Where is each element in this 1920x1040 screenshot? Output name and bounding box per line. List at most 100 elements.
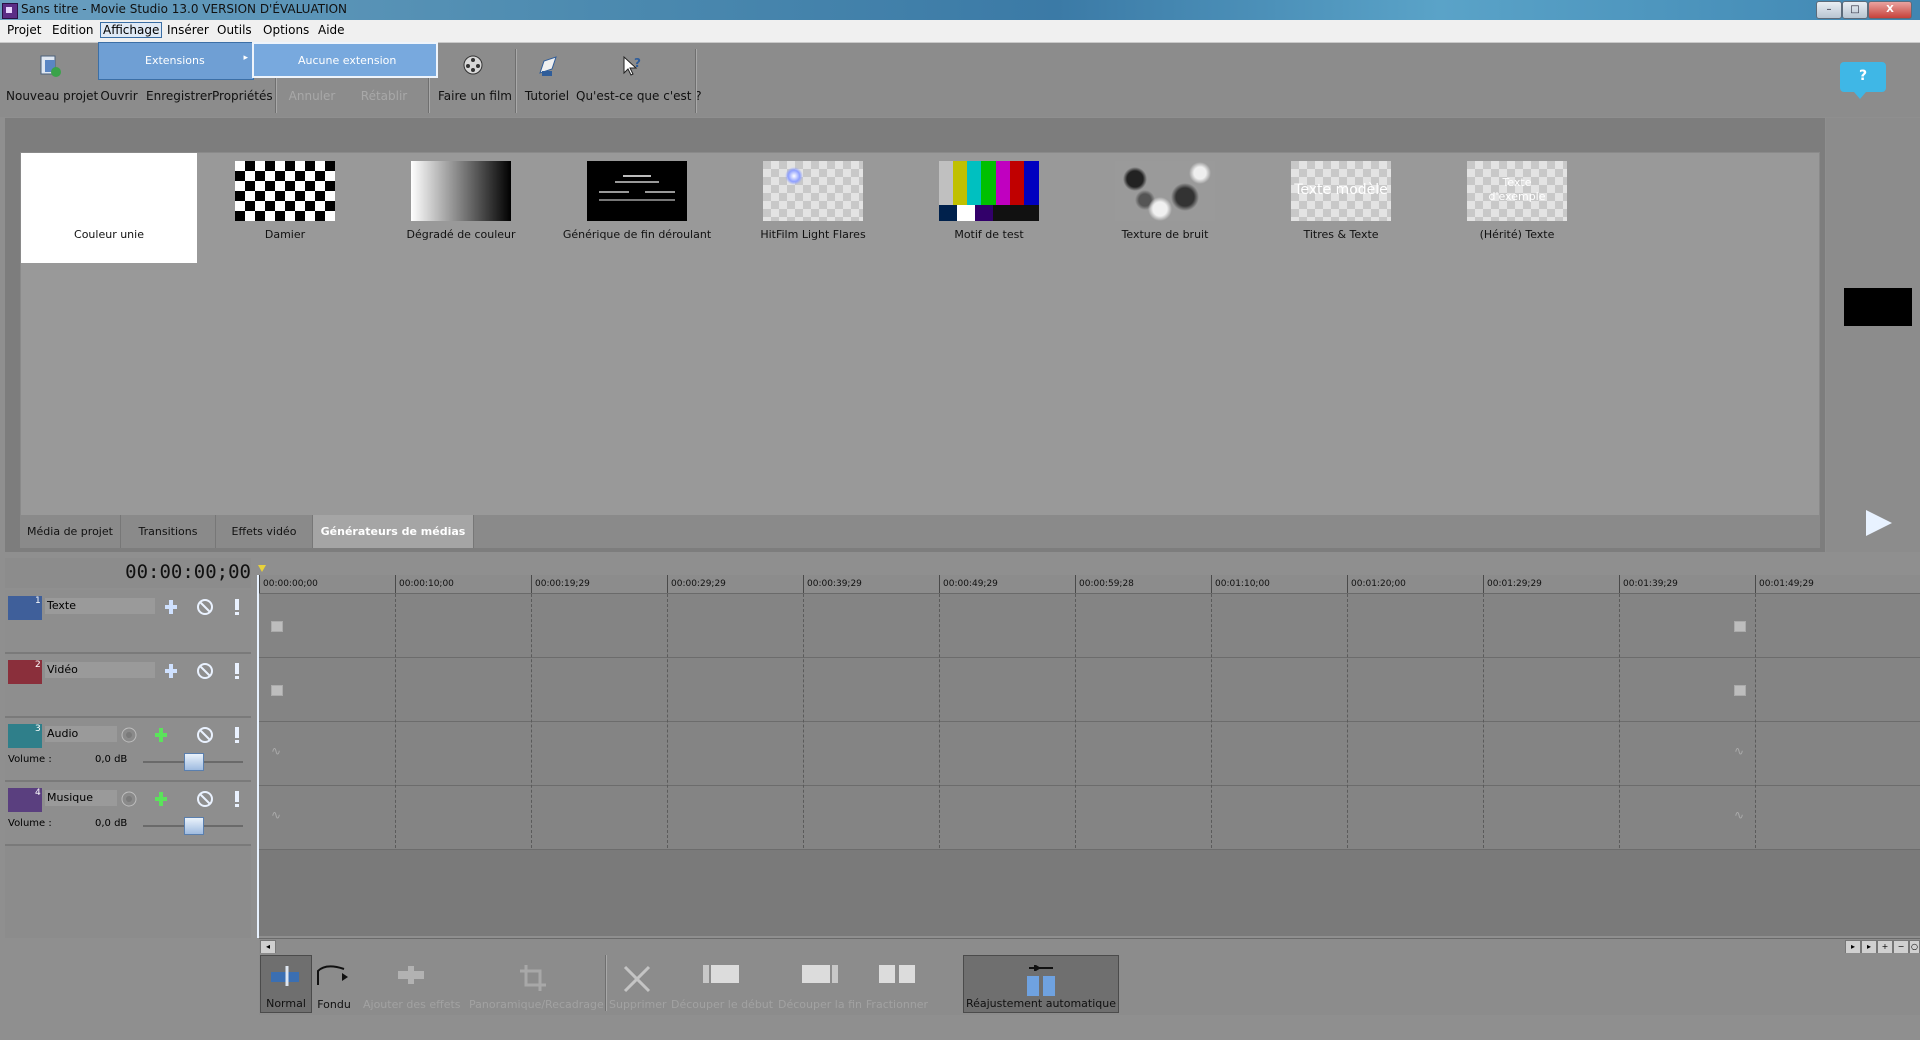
track-header-text[interactable]: 1 Texte xyxy=(5,590,251,654)
track-name-field[interactable]: Audio xyxy=(45,726,117,742)
ruler-tick: 00:01:20;00 xyxy=(1351,579,1406,589)
zoom-out-icon[interactable]: − xyxy=(1893,940,1909,954)
help-bubble-button[interactable]: ? xyxy=(1840,62,1886,99)
generator-color-gradient[interactable]: Dégradé de couleur xyxy=(373,153,549,263)
split-icon xyxy=(879,965,915,983)
solo-icon[interactable] xyxy=(227,597,247,617)
ruler-tick: 00:00:49;29 xyxy=(943,579,998,589)
zoom-in-icon[interactable]: + xyxy=(1877,940,1893,954)
generator-titles-text[interactable]: Texte modèle Titres & Texte xyxy=(1253,153,1429,263)
grid-line xyxy=(1619,594,1620,848)
timeline-empty-area[interactable] xyxy=(259,850,1920,936)
tab-project-media[interactable]: Média de projet xyxy=(20,515,121,548)
split-button[interactable]: Fractionner xyxy=(865,955,929,1013)
menu-item-no-extension[interactable]: Aucune extension xyxy=(298,54,396,67)
solo-icon[interactable] xyxy=(227,725,247,745)
track-header-video[interactable]: 2 Vidéo xyxy=(5,654,251,718)
preview-screen xyxy=(1844,288,1912,326)
toolbar-separator xyxy=(605,955,607,1011)
solo-icon[interactable] xyxy=(227,661,247,681)
zoom-icon[interactable]: ○ xyxy=(1909,940,1920,954)
menu-aide[interactable]: Aide xyxy=(316,23,347,37)
track-header-music[interactable]: 4 Musique Volume : 0,0 dB xyxy=(5,782,251,846)
gradient-thumbnail xyxy=(411,161,511,221)
track-name-field[interactable]: Texte xyxy=(45,598,155,614)
whats-this-button[interactable]: ? Qu'est-ce que c'est ? xyxy=(576,53,702,113)
play-icon[interactable] xyxy=(1866,510,1892,536)
video-lane-icon xyxy=(271,621,283,632)
menu-edition[interactable]: Edition xyxy=(50,23,96,37)
new-project-button[interactable]: Nouveau projet xyxy=(6,53,98,113)
pan-crop-button[interactable]: Panoramique/Recadrage xyxy=(469,955,604,1013)
generator-test-pattern[interactable]: Motif de test xyxy=(901,153,1077,263)
add-effect-icon[interactable] xyxy=(151,725,171,745)
fade-mode-button[interactable]: Fondu xyxy=(313,955,355,1013)
playhead-marker[interactable] xyxy=(258,565,266,572)
tab-video-effects[interactable]: Effets vidéo xyxy=(216,515,313,548)
maximize-button[interactable]: □ xyxy=(1842,1,1868,19)
scroll-right-icon[interactable]: ▸ xyxy=(1845,940,1861,954)
mute-icon[interactable] xyxy=(195,597,215,617)
generator-credit-roll[interactable]: Générique de fin déroulant xyxy=(549,153,725,263)
record-arm-icon[interactable] xyxy=(119,789,139,809)
delete-button[interactable]: Supprimer xyxy=(609,955,667,1013)
playhead-line xyxy=(257,575,259,938)
menu-item-extensions[interactable]: Extensions xyxy=(145,54,205,67)
volume-slider-knob[interactable] xyxy=(184,817,204,835)
generator-checkerboard[interactable]: Damier xyxy=(197,153,373,263)
ruler-tick: 00:01:39;29 xyxy=(1623,579,1678,589)
tab-transitions[interactable]: Transitions xyxy=(121,515,216,548)
auto-ripple-button[interactable]: Réajustement automatique xyxy=(963,955,1119,1013)
trim-end-button[interactable]: Découper la fin xyxy=(777,955,863,1013)
make-movie-button[interactable]: Faire un film xyxy=(438,53,512,113)
lane-video[interactable] xyxy=(259,658,1920,722)
trim-start-button[interactable]: Découper le début xyxy=(671,955,773,1013)
menu-options[interactable]: Options xyxy=(261,23,311,37)
checkerboard-thumbnail xyxy=(235,161,335,221)
generator-noise-texture[interactable]: Texture de bruit xyxy=(1077,153,1253,263)
ruler-tick: 00:00:19;29 xyxy=(535,579,590,589)
add-effects-button[interactable]: Ajouter des effets xyxy=(363,955,461,1013)
ruler-tick: 00:00:10;00 xyxy=(399,579,454,589)
generator-solid-color[interactable]: Couleur unie xyxy=(21,153,197,263)
volume-slider-knob[interactable] xyxy=(184,753,204,771)
step-right-icon[interactable]: ▸ xyxy=(1861,940,1877,954)
grid-line xyxy=(1075,594,1076,848)
record-arm-icon[interactable] xyxy=(119,725,139,745)
fade-icon xyxy=(317,965,348,985)
track-name-field[interactable]: Vidéo xyxy=(45,662,155,678)
mute-icon[interactable] xyxy=(195,661,215,681)
media-generators-gallery: Couleur unie Damier Dégradé de couleur G… xyxy=(20,152,1820,516)
menu-outils[interactable]: Outils xyxy=(215,23,254,37)
timeline-ruler[interactable]: 00:00:00;00 00:00:10;00 00:00:19;29 00:0… xyxy=(259,575,1920,594)
menu-inserer[interactable]: Insérer xyxy=(165,23,211,37)
lane-text[interactable] xyxy=(259,594,1920,658)
add-effect-icon[interactable] xyxy=(161,597,181,617)
titles-text-thumbnail: Texte modèle xyxy=(1291,161,1391,221)
track-name-field[interactable]: Musique xyxy=(45,790,117,806)
lane-music[interactable]: ∿ ∿ xyxy=(259,786,1920,850)
minimize-button[interactable]: – xyxy=(1816,1,1842,19)
timeline-scrollbar[interactable]: ◂ ▸ ▸ + − ○ xyxy=(259,938,1920,954)
normal-mode-button[interactable]: Normal xyxy=(260,955,312,1013)
waveform-icon: ∿ xyxy=(271,808,282,822)
tab-media-generators[interactable]: Générateurs de médias xyxy=(313,515,474,548)
menu-affichage[interactable]: Affichage xyxy=(100,22,163,38)
tutorial-button[interactable]: Tutoriel xyxy=(522,53,572,113)
mute-icon[interactable] xyxy=(195,725,215,745)
generator-light-flares[interactable]: HitFilm Light Flares xyxy=(725,153,901,263)
add-effect-icon[interactable] xyxy=(151,789,171,809)
menu-projet[interactable]: Projet xyxy=(5,23,43,37)
solo-icon[interactable] xyxy=(227,789,247,809)
generator-legacy-text[interactable]: Texte d'exemple (Hérité) Texte xyxy=(1429,153,1605,263)
waveform-icon: ∿ xyxy=(1734,744,1745,758)
normal-cursor-icon xyxy=(271,966,299,986)
timeline-lanes[interactable]: ∿ ∿ ∿ ∿ xyxy=(259,594,1920,850)
ruler-tick: 00:01:49;29 xyxy=(1759,579,1814,589)
lane-audio[interactable]: ∿ ∿ xyxy=(259,722,1920,786)
close-button[interactable]: X xyxy=(1868,1,1912,19)
add-effect-icon[interactable] xyxy=(161,661,181,681)
track-header-audio[interactable]: 3 Audio Volume : 0,0 dB xyxy=(5,718,251,782)
scroll-left-icon[interactable]: ◂ xyxy=(260,940,276,954)
mute-icon[interactable] xyxy=(195,789,215,809)
